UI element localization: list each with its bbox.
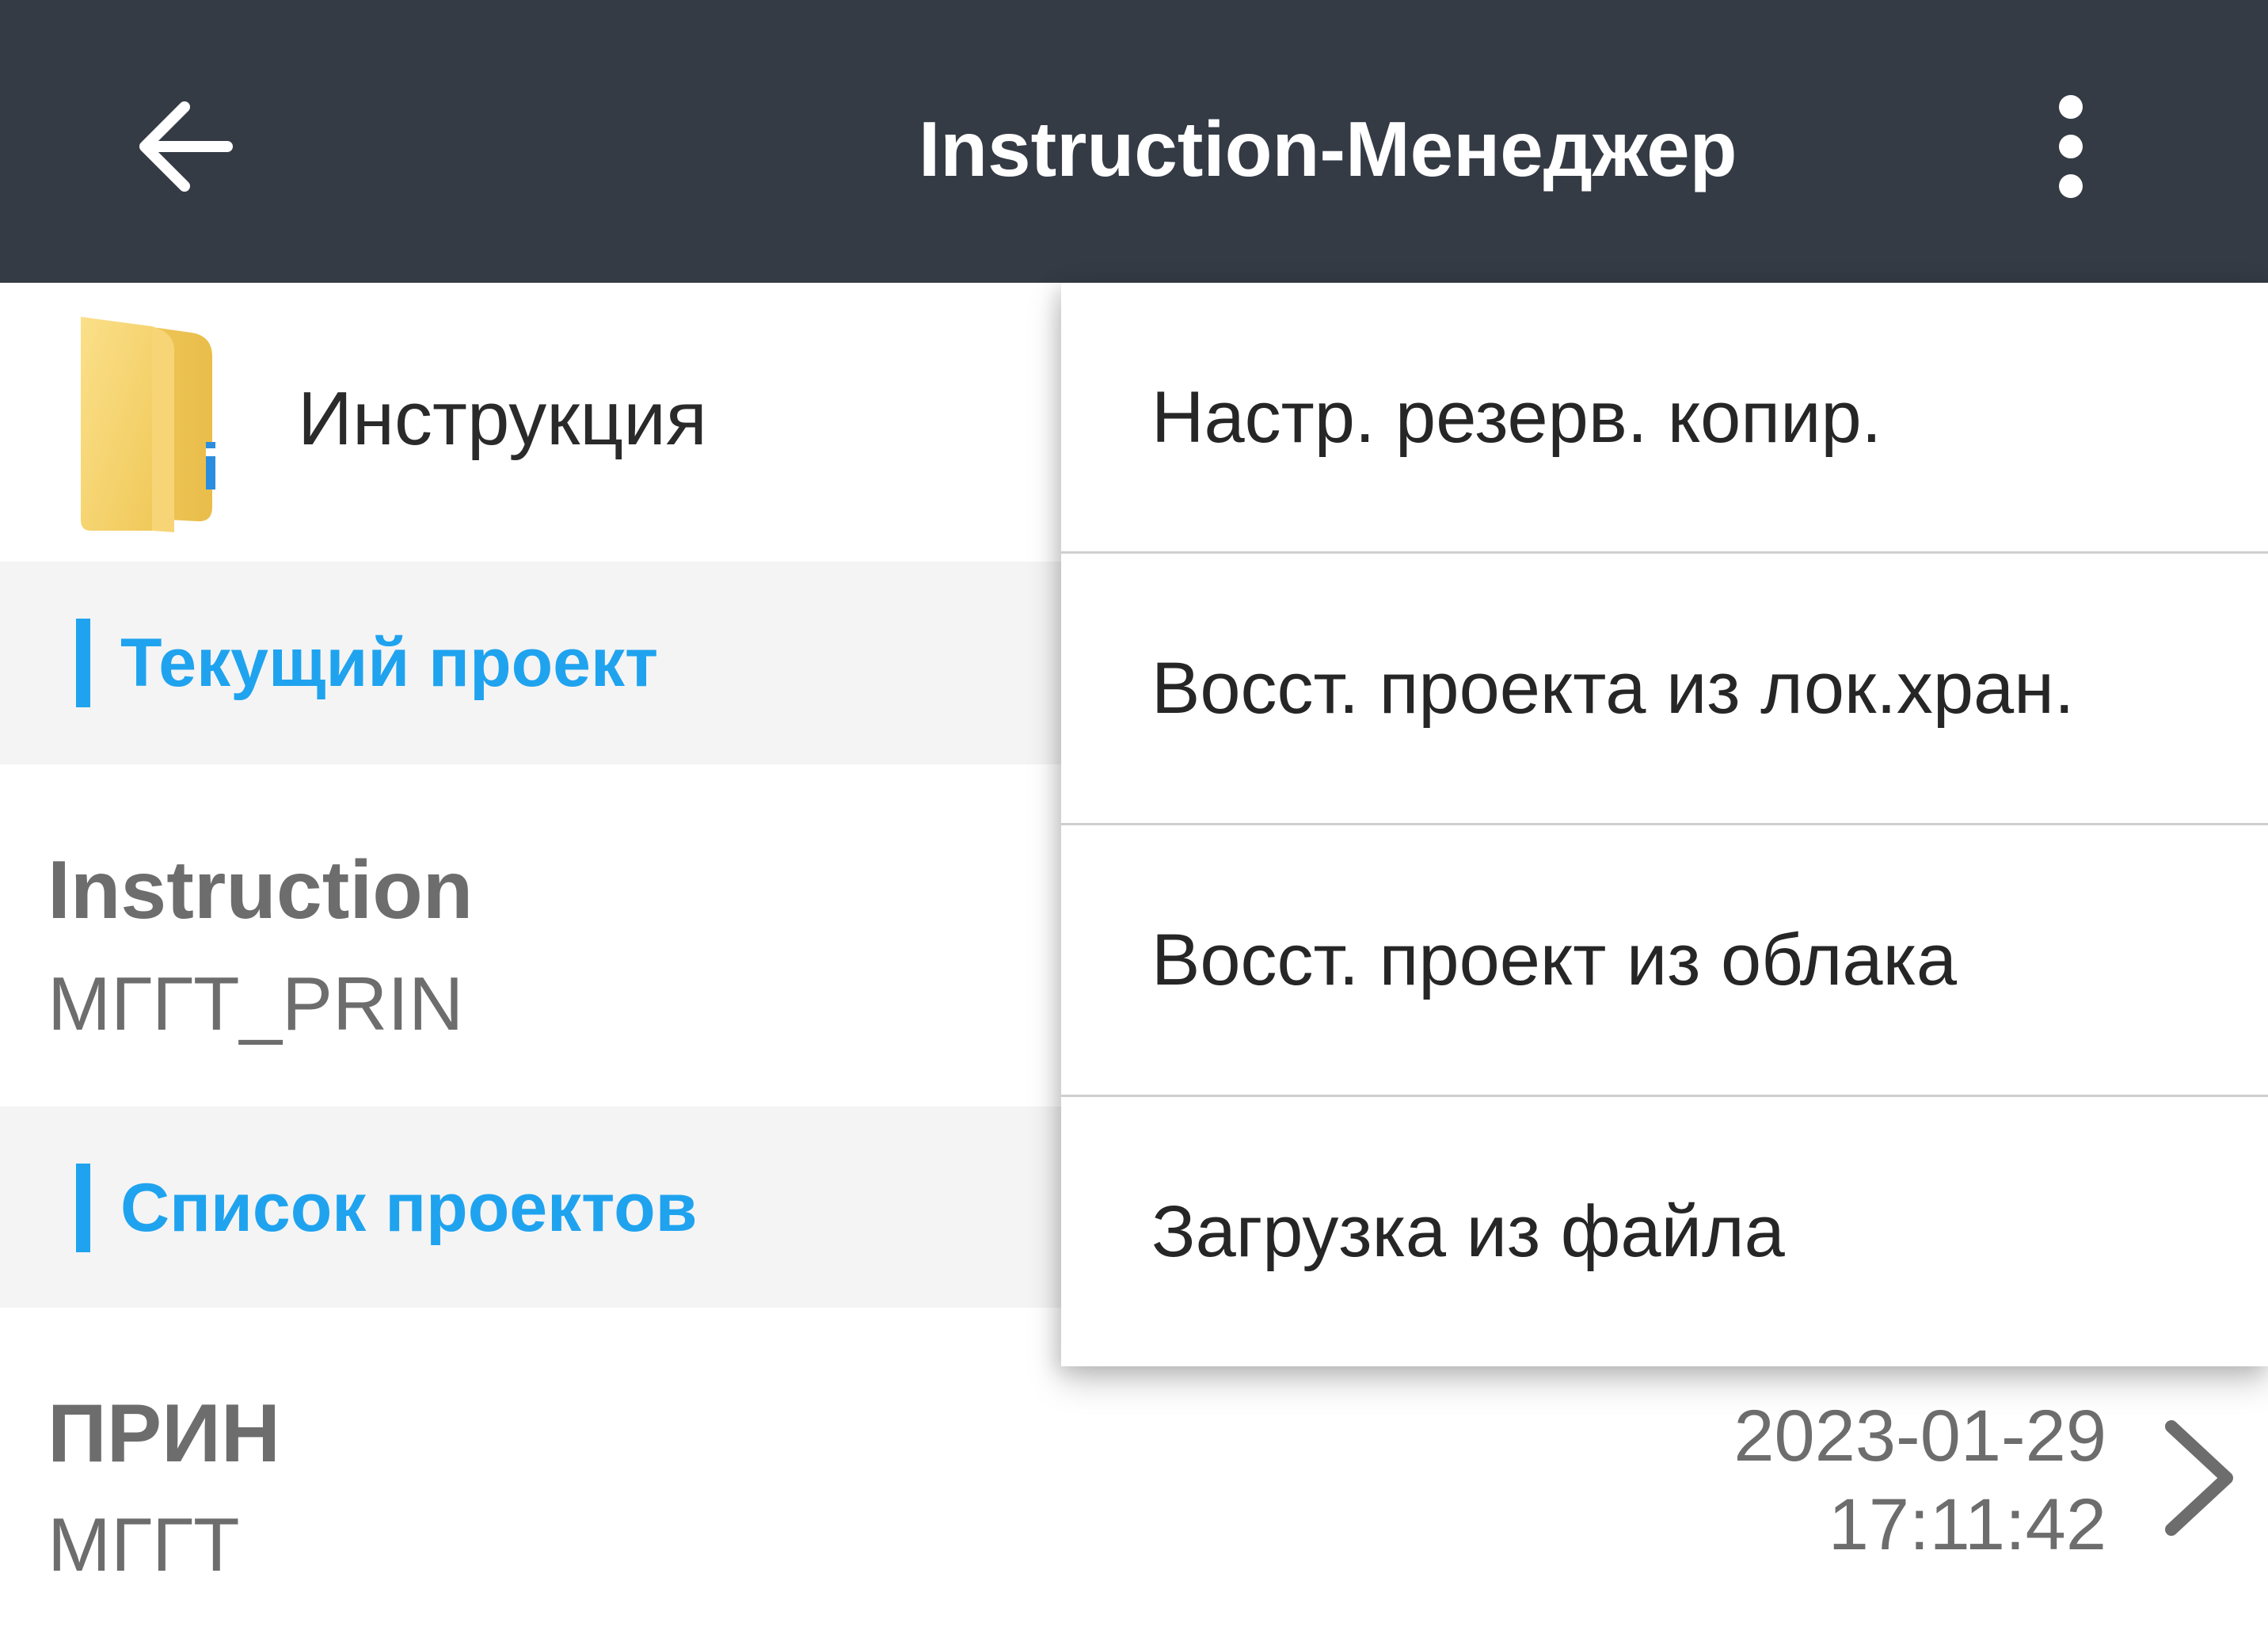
section-accent-bar <box>76 1164 90 1252</box>
arrow-left-icon <box>139 101 233 192</box>
menu-item-restore-cloud[interactable]: Восст. проект из облака <box>1061 825 2268 1095</box>
app-screen: Instruction-Менеджер Инструкция Текущий … <box>0 0 2268 1638</box>
project-name: ПРИН <box>48 1388 280 1480</box>
project-time: 17:11:42 <box>1828 1484 2106 1565</box>
menu-item-label: Настр. резерв. копир. <box>1151 376 1882 458</box>
overflow-menu: Настр. резерв. копир. Восст. проекта из … <box>1061 283 2268 1366</box>
menu-item-restore-local[interactable]: Восст. проекта из лок.хран. <box>1061 554 2268 823</box>
more-options-button[interactable] <box>2011 79 2130 214</box>
back-button[interactable] <box>119 79 253 214</box>
menu-item-load-from-file[interactable]: Загрузка из файла <box>1061 1097 2268 1366</box>
section-title-current: Текущий проект <box>120 625 659 701</box>
more-vertical-icon-dot <box>2059 135 2083 158</box>
chevron-right-icon <box>2165 1420 2233 1536</box>
more-vertical-icon <box>2059 95 2083 119</box>
menu-item-label: Загрузка из файла <box>1151 1190 1785 1272</box>
folder-label: Инструкция <box>298 376 707 461</box>
more-vertical-icon-dot <box>2059 174 2083 198</box>
menu-item-backup-settings[interactable]: Настр. резерв. копир. <box>1061 283 2268 552</box>
menu-item-label: Восст. проекта из лок.хран. <box>1151 647 2075 729</box>
project-code: МГГТ <box>48 1503 240 1587</box>
project-date: 2023-01-29 <box>1733 1396 2106 1476</box>
section-accent-bar <box>76 619 90 707</box>
current-project-name: Instruction <box>48 844 474 936</box>
top-app-bar: Instruction-Менеджер <box>0 0 2268 283</box>
current-project-code: МГГТ_PRIN <box>48 962 464 1046</box>
folder-icon <box>81 317 215 532</box>
app-title: Instruction-Менеджер <box>919 105 1737 192</box>
section-title-list: Список проектов <box>120 1170 698 1246</box>
menu-item-label: Восст. проект из облака <box>1151 919 1958 1000</box>
